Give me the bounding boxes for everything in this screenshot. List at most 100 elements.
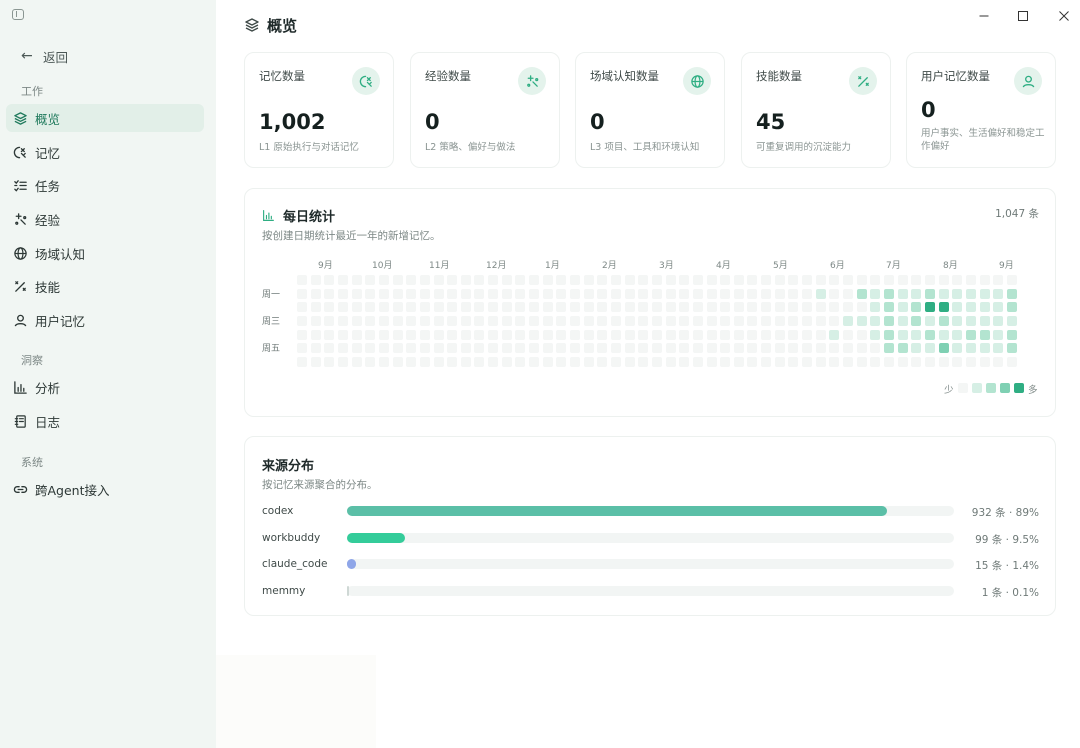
heatmap-cell[interactable] [761, 315, 772, 326]
heatmap-cell[interactable] [351, 288, 362, 299]
heatmap-cell[interactable] [351, 302, 362, 313]
heatmap-cell[interactable] [870, 315, 881, 326]
heatmap-cell[interactable] [747, 275, 758, 285]
heatmap-cell[interactable] [747, 329, 758, 340]
heatmap-cell[interactable] [979, 302, 990, 313]
heatmap-cell[interactable] [488, 343, 499, 354]
heatmap-cell[interactable] [583, 343, 594, 354]
heatmap-cell[interactable] [911, 343, 922, 354]
heatmap-cell[interactable] [378, 302, 389, 313]
heatmap-cell[interactable] [843, 275, 853, 285]
heatmap-cell[interactable] [829, 343, 840, 354]
sidebar-item-skills[interactable]: 技能 [6, 272, 204, 300]
heatmap-cell[interactable] [788, 343, 799, 354]
heatmap-cell[interactable] [351, 275, 362, 285]
heatmap-cell[interactable] [924, 288, 935, 299]
heatmap-cell[interactable] [474, 288, 485, 299]
heatmap-cell[interactable] [856, 329, 867, 340]
heatmap-cell[interactable] [297, 356, 307, 367]
heatmap-cell[interactable] [378, 356, 389, 367]
heatmap-cell[interactable] [952, 329, 963, 340]
heatmap-cell[interactable] [802, 356, 813, 367]
heatmap-cell[interactable] [337, 315, 348, 326]
heatmap-cell[interactable] [1006, 302, 1017, 313]
heatmap-cell[interactable] [597, 302, 608, 313]
heatmap-cell[interactable] [597, 356, 608, 367]
heatmap-cell[interactable] [747, 315, 758, 326]
heatmap-cell[interactable] [924, 315, 935, 326]
heatmap-cell[interactable] [529, 275, 540, 285]
heatmap-cell[interactable] [433, 343, 444, 354]
sidebar-item-logs[interactable]: 日志 [6, 407, 204, 435]
heatmap-cell[interactable] [720, 343, 731, 354]
heatmap-cell[interactable] [924, 302, 935, 313]
heatmap-cell[interactable] [829, 302, 840, 313]
heatmap-cell[interactable] [337, 275, 348, 285]
heatmap-cell[interactable] [610, 356, 621, 367]
heatmap-cell[interactable] [651, 288, 662, 299]
heatmap-cell[interactable] [501, 288, 512, 299]
heatmap-cell[interactable] [692, 343, 703, 354]
heatmap-cell[interactable] [761, 329, 772, 340]
heatmap-cell[interactable] [310, 288, 321, 299]
heatmap-cell[interactable] [297, 343, 307, 354]
heatmap-cell[interactable] [474, 356, 485, 367]
heatmap-cell[interactable] [529, 356, 540, 367]
heatmap-cell[interactable] [460, 275, 471, 285]
heatmap-cell[interactable] [365, 302, 376, 313]
heatmap-cell[interactable] [529, 302, 540, 313]
heatmap-cell[interactable] [774, 302, 785, 313]
heatmap-cell[interactable] [720, 275, 731, 285]
heatmap-cell[interactable] [378, 315, 389, 326]
heatmap-cell[interactable] [556, 315, 567, 326]
heatmap-cell[interactable] [856, 288, 867, 299]
heatmap-cell[interactable] [406, 343, 417, 354]
heatmap-cell[interactable] [829, 315, 840, 326]
heatmap-cell[interactable] [883, 288, 894, 299]
heatmap-cell[interactable] [542, 315, 553, 326]
heatmap-cell[interactable] [815, 275, 826, 285]
heatmap-cell[interactable] [965, 302, 976, 313]
heatmap-cell[interactable] [938, 343, 949, 354]
heatmap-cell[interactable] [529, 288, 540, 299]
heatmap-cell[interactable] [665, 356, 676, 367]
heatmap-cell[interactable] [556, 275, 567, 285]
heatmap-cell[interactable] [788, 302, 799, 313]
heatmap-cell[interactable] [610, 315, 621, 326]
heatmap-cell[interactable] [952, 302, 963, 313]
heatmap-cell[interactable] [324, 356, 335, 367]
heatmap-cell[interactable] [351, 356, 362, 367]
heatmap-cell[interactable] [651, 329, 662, 340]
heatmap-cell[interactable] [447, 315, 458, 326]
heatmap-cell[interactable] [638, 315, 649, 326]
heatmap-cell[interactable] [897, 329, 908, 340]
heatmap-cell[interactable] [802, 329, 813, 340]
heatmap-cell[interactable] [870, 356, 881, 367]
heatmap-cell[interactable] [924, 343, 935, 354]
heatmap-cell[interactable] [515, 288, 526, 299]
heatmap-cell[interactable] [447, 343, 458, 354]
heatmap-cell[interactable] [883, 315, 894, 326]
heatmap-cell[interactable] [815, 356, 826, 367]
sidebar-item-overview[interactable]: 概览 [6, 104, 204, 132]
heatmap-cell[interactable] [488, 356, 499, 367]
heatmap-cell[interactable] [515, 315, 526, 326]
heatmap-cell[interactable] [897, 343, 908, 354]
heatmap-cell[interactable] [542, 288, 553, 299]
heatmap-cell[interactable] [788, 356, 799, 367]
heatmap-cell[interactable] [501, 329, 512, 340]
heatmap-cell[interactable] [570, 329, 580, 340]
heatmap-cell[interactable] [638, 288, 649, 299]
heatmap-cell[interactable] [720, 329, 731, 340]
heatmap-cell[interactable] [829, 288, 840, 299]
heatmap-cell[interactable] [651, 275, 662, 285]
back-button[interactable]: ← 返回 [21, 46, 68, 66]
heatmap-cell[interactable] [583, 302, 594, 313]
heatmap-cell[interactable] [324, 275, 335, 285]
sidebar-item-tasks[interactable]: 任务 [6, 171, 204, 199]
heatmap-cell[interactable] [733, 275, 744, 285]
heatmap-cell[interactable] [406, 288, 417, 299]
heatmap-cell[interactable] [515, 302, 526, 313]
heatmap-cell[interactable] [460, 315, 471, 326]
heatmap-cell[interactable] [870, 343, 881, 354]
